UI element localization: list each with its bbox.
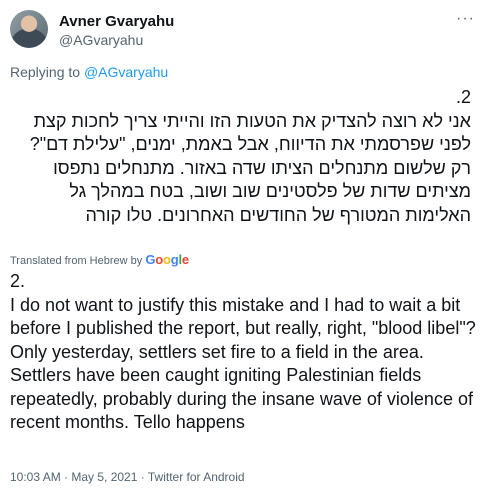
more-options-icon[interactable]: ··· [456, 10, 475, 28]
google-letter: g [170, 252, 179, 267]
google-letter: G [145, 252, 156, 267]
google-letter: e [181, 252, 189, 267]
translation-attribution[interactable]: Translated from Hebrew by Google [10, 252, 189, 267]
translated-label: Translated from Hebrew by [10, 255, 143, 267]
google-logo: Google [145, 252, 189, 267]
google-letter: o [155, 252, 163, 267]
user-handle[interactable]: @AGvaryahu [59, 32, 143, 48]
display-name[interactable]: Avner Gvaryahu [59, 13, 174, 30]
replying-prefix: Replying to [10, 64, 84, 80]
tweet-text-original: 2. אני לא רוצה להצדיק את הטעות הזו והיית… [29, 87, 471, 225]
tweet-timestamp[interactable]: 10:03 AM · May 5, 2021 · Twitter for And… [10, 470, 245, 484]
tweet-text-translated: 2. I do not want to justify this mistake… [10, 271, 476, 432]
replying-to: Replying to @AGvaryahu [10, 64, 168, 80]
replying-handle-link[interactable]: @AGvaryahu [84, 64, 168, 80]
google-letter: o [163, 252, 171, 267]
avatar[interactable] [10, 10, 48, 48]
tweet-header: Avner Gvaryahu @AGvaryahu ··· [10, 10, 479, 50]
